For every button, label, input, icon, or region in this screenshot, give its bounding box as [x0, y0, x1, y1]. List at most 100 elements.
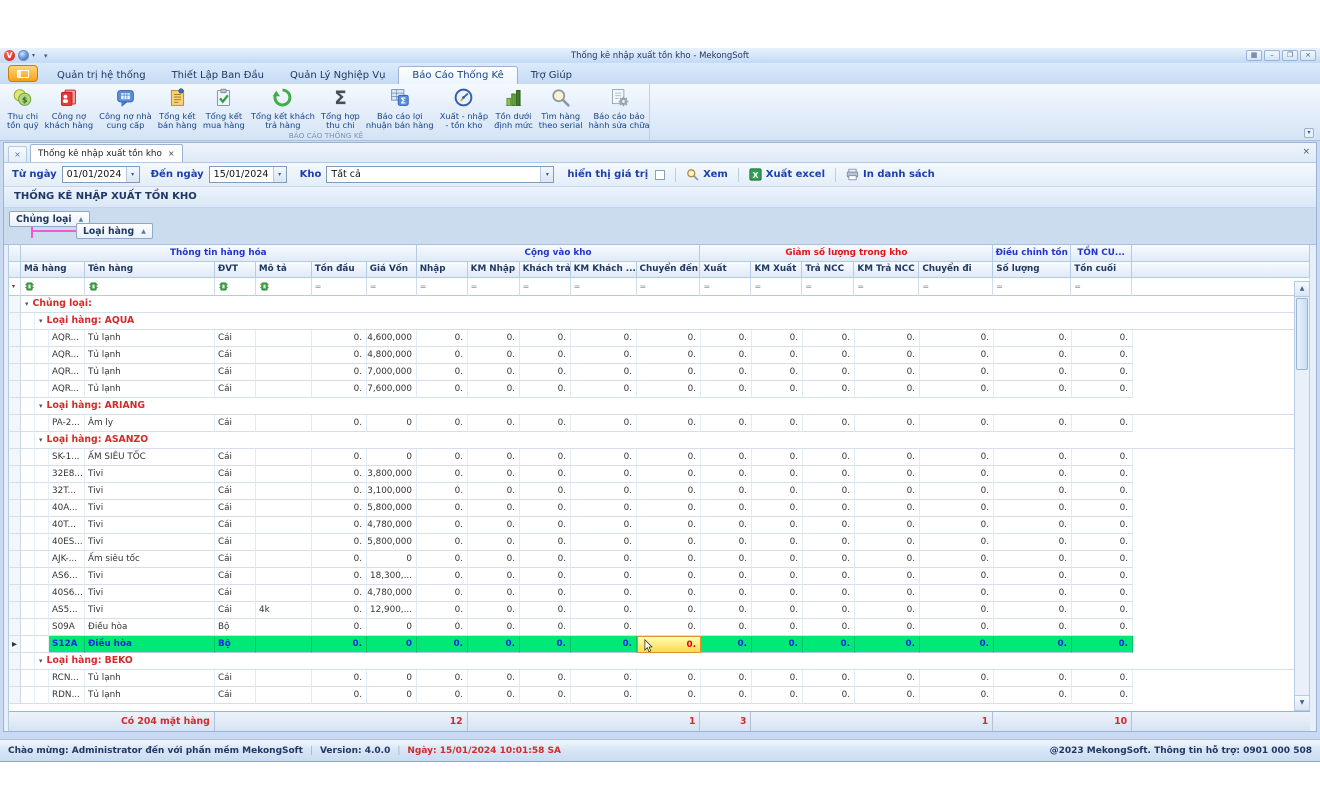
cell-kmkhachtra[interactable]: 0.: [571, 585, 637, 602]
cell-kmtrancc[interactable]: 0.: [855, 602, 920, 619]
cell-ten[interactable]: Tủ lạnh: [85, 687, 215, 704]
cell-mota[interactable]: [256, 364, 312, 381]
column-header-mota[interactable]: Mô tả: [256, 262, 312, 278]
cell-trancc[interactable]: 0.: [803, 364, 855, 381]
cell-chuyenden[interactable]: 0.: [637, 483, 701, 500]
cell-toncuoi[interactable]: 0.: [1072, 330, 1133, 347]
cell-dvt[interactable]: Cái: [215, 330, 256, 347]
cell-kmxuat[interactable]: 0.: [752, 330, 803, 347]
cell-chuyenden[interactable]: 0.: [637, 415, 701, 432]
cell-soluong[interactable]: 0.: [994, 534, 1072, 551]
cell-kmkhachtra[interactable]: 0.: [571, 568, 637, 585]
cell-ma[interactable]: AQR...: [49, 364, 85, 381]
cell-xuat[interactable]: 0.: [701, 551, 752, 568]
group-row[interactable]: ▾Loại hàng: BEKO: [9, 653, 1310, 670]
cell-toncuoi[interactable]: 0.: [1072, 517, 1133, 534]
cell-giavon[interactable]: 0: [367, 687, 417, 704]
filter-cell-kmtrancc[interactable]: =: [854, 278, 919, 296]
filter-cell-giavon[interactable]: =: [367, 278, 417, 296]
cell-ma[interactable]: RCN...: [49, 670, 85, 687]
cell-trancc[interactable]: 0.: [803, 551, 855, 568]
cell-giavon[interactable]: 4,800,000: [367, 347, 417, 364]
cell-chuyendi[interactable]: 0.: [920, 415, 994, 432]
scroll-down-icon[interactable]: ▼: [1295, 695, 1309, 710]
cell-nhap[interactable]: 0.: [417, 466, 468, 483]
cell-kmkhachtra[interactable]: 0.: [571, 619, 637, 636]
cell-xuat[interactable]: 0.: [701, 466, 752, 483]
cell-nhap[interactable]: 0.: [417, 449, 468, 466]
filter-cell-kmkhachtra[interactable]: =: [571, 278, 637, 296]
cell-toncuoi[interactable]: 0.: [1072, 466, 1133, 483]
cell-mota[interactable]: 4k: [256, 602, 312, 619]
cell-ten[interactable]: Ấm siêu tốc: [85, 551, 215, 568]
cell-khachtra[interactable]: 0.: [520, 602, 571, 619]
column-header-dvt[interactable]: ĐVT: [215, 262, 256, 278]
ribbon-button-sigma[interactable]: ΣTổng hợpthu chi: [318, 86, 363, 132]
cell-khachtra[interactable]: 0.: [520, 551, 571, 568]
table-row[interactable]: S09AĐiều hòaBộ0.00.0.0.0.0.0.0.0.0.0.0.0…: [9, 619, 1310, 636]
cell-nhap[interactable]: 0.: [417, 500, 468, 517]
window-style-button[interactable]: ▦: [1246, 50, 1262, 61]
cell-kmxuat[interactable]: 0.: [752, 483, 803, 500]
cell-dvt[interactable]: Cái: [215, 415, 256, 432]
cell-kmtrancc[interactable]: 0.: [855, 381, 920, 398]
cell-chuyenden[interactable]: 0.: [637, 619, 701, 636]
group-row-label[interactable]: ▾Chủng loại:: [21, 296, 1310, 313]
cell-nhap[interactable]: 0.: [417, 517, 468, 534]
cell-chuyenden[interactable]: 0.: [637, 551, 701, 568]
cell-khachtra[interactable]: 0.: [520, 568, 571, 585]
band-header[interactable]: Điều chỉnh tồn: [993, 245, 1071, 262]
ribbon-button-returns-summary[interactable]: Tổng kết kháchtrả hàng: [248, 86, 318, 132]
filter-cell-ma[interactable]: [21, 278, 85, 296]
cell-trancc[interactable]: 0.: [803, 619, 855, 636]
cell-nhap[interactable]: 0.: [417, 551, 468, 568]
cell-kmkhachtra[interactable]: 0.: [571, 330, 637, 347]
filter-cell-trancc[interactable]: =: [802, 278, 854, 296]
cell-chuyenden[interactable]: 0.: [637, 585, 701, 602]
cell-ma[interactable]: PA-2...: [49, 415, 85, 432]
group-row-label[interactable]: ▾Loại hàng: ASANZO: [35, 432, 1310, 449]
cell-kmxuat[interactable]: 0.: [752, 415, 803, 432]
cell-trancc[interactable]: 0.: [803, 585, 855, 602]
cell-khachtra[interactable]: 0.: [520, 636, 571, 653]
ribbon-button-debt-customer[interactable]: Công nợkhách hàng: [42, 86, 96, 132]
cell-tondau[interactable]: 0.: [312, 602, 367, 619]
cell-ten[interactable]: Âm ly: [85, 415, 215, 432]
cell-kmnhap[interactable]: 0.: [468, 466, 520, 483]
cell-kmxuat[interactable]: 0.: [752, 670, 803, 687]
cell-mota[interactable]: [256, 500, 312, 517]
cell-giavon[interactable]: 4,600,000: [367, 330, 417, 347]
table-row[interactable]: 40T...TiviCái0.4,780,0000.0.0.0.0.0.0.0.…: [9, 517, 1310, 534]
cell-tondau[interactable]: 0.: [312, 483, 367, 500]
cell-chuyendi[interactable]: 0.: [920, 687, 994, 704]
cell-giavon[interactable]: 0: [367, 619, 417, 636]
cell-khachtra[interactable]: 0.: [520, 381, 571, 398]
table-row[interactable]: AJK-...Ấm siêu tốcCái0.00.0.0.0.0.0.0.0.…: [9, 551, 1310, 568]
cell-ma[interactable]: AJK-...: [49, 551, 85, 568]
restore-button[interactable]: ❐: [1282, 50, 1298, 61]
cell-kmxuat[interactable]: 0.: [752, 568, 803, 585]
cell-dvt[interactable]: Cái: [215, 687, 256, 704]
cell-ma[interactable]: 32T...: [49, 483, 85, 500]
cell-kmxuat[interactable]: 0.: [752, 602, 803, 619]
ribbon-button-coins[interactable]: $Thu chitồn quỹ: [4, 86, 42, 132]
cell-kmnhap[interactable]: 0.: [468, 347, 520, 364]
cell-kmnhap[interactable]: 0.: [468, 619, 520, 636]
cell-kmkhachtra[interactable]: 0.: [571, 551, 637, 568]
ribbon-tab-thiết-lập-ban-đầu[interactable]: Thiết Lập Ban Đầu: [159, 67, 277, 84]
cell-toncuoi[interactable]: 0.: [1072, 619, 1133, 636]
cell-chuyendi[interactable]: 0.: [920, 500, 994, 517]
cell-chuyenden[interactable]: 0.: [637, 636, 701, 653]
cell-dvt[interactable]: Cái: [215, 364, 256, 381]
cell-toncuoi[interactable]: 0.: [1072, 568, 1133, 585]
cell-dvt[interactable]: Cái: [215, 381, 256, 398]
cell-mota[interactable]: [256, 330, 312, 347]
cell-soluong[interactable]: 0.: [994, 330, 1072, 347]
cell-trancc[interactable]: 0.: [803, 330, 855, 347]
ribbon-collapse-icon[interactable]: ▾: [1304, 128, 1314, 138]
cell-ten[interactable]: Tivi: [85, 585, 215, 602]
band-header[interactable]: Cộng vào kho: [417, 245, 701, 262]
cell-kmkhachtra[interactable]: 0.: [571, 381, 637, 398]
filter-cell-mota[interactable]: [256, 278, 312, 296]
cell-ten[interactable]: Điều hòa: [85, 636, 215, 653]
